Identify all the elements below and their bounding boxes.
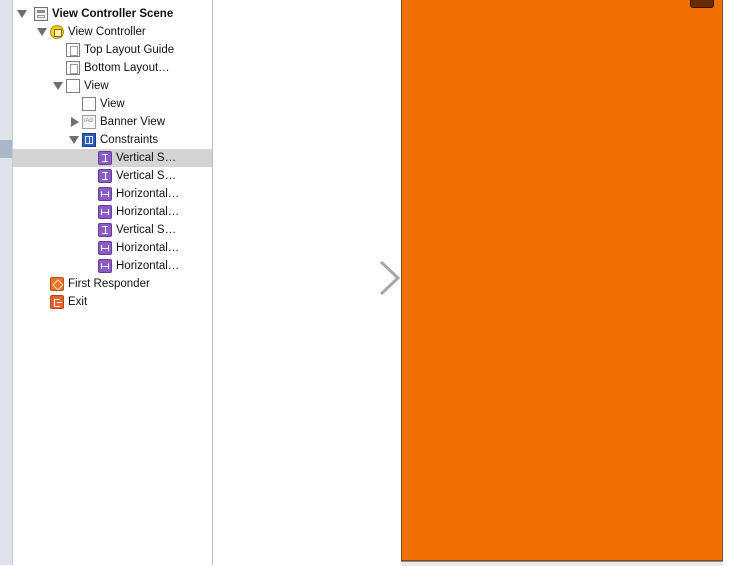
horizontal-constraint-icon bbox=[98, 187, 112, 201]
outline-row[interactable]: Bottom Layout… bbox=[13, 59, 212, 77]
outline-row-label: Horizontal… bbox=[116, 260, 180, 272]
outline-row-label: View Controller Scene bbox=[52, 8, 174, 20]
outline-row-label: Exit bbox=[68, 296, 88, 308]
constraints-icon bbox=[82, 133, 96, 147]
outline-row-label: Vertical S… bbox=[116, 224, 177, 236]
view-controller-icon bbox=[50, 25, 64, 39]
outline-row[interactable]: Top Layout Guide bbox=[13, 41, 212, 59]
outline-row[interactable]: Exit bbox=[13, 293, 212, 311]
outline-row[interactable]: View Controller Scene bbox=[13, 5, 212, 23]
disclosure-expanded-icon[interactable] bbox=[53, 82, 63, 90]
layout-guide-icon bbox=[66, 43, 80, 57]
outline-row[interactable]: Horizontal… bbox=[13, 239, 212, 257]
outline-row[interactable]: Horizontal… bbox=[13, 257, 212, 275]
banner-view-icon bbox=[82, 115, 96, 129]
view-icon bbox=[82, 97, 96, 111]
outline-row-label: Vertical S… bbox=[116, 170, 177, 182]
outline-row-label: Bottom Layout… bbox=[84, 62, 170, 74]
storyboard-entry-arrow-icon[interactable] bbox=[305, 258, 403, 298]
outline-row[interactable]: Vertical S… bbox=[13, 149, 212, 167]
outline-row-label: Vertical S… bbox=[116, 152, 177, 164]
outline-row-label: Horizontal… bbox=[116, 188, 180, 200]
outline-row-label: Horizontal… bbox=[116, 206, 180, 218]
outline-row[interactable]: Banner View bbox=[13, 113, 212, 131]
outline-row-label: Top Layout Guide bbox=[84, 44, 175, 56]
horizontal-constraint-icon bbox=[98, 205, 112, 219]
horizontal-constraint-icon bbox=[98, 259, 112, 273]
outline-row-label: Horizontal… bbox=[116, 242, 180, 254]
outline-row-label: Banner View bbox=[100, 116, 165, 128]
view-controller-view[interactable] bbox=[401, 0, 723, 561]
outline-row-label: View Controller bbox=[68, 26, 146, 38]
disclosure-expanded-icon[interactable] bbox=[17, 10, 27, 18]
outline-row[interactable]: View bbox=[13, 95, 212, 113]
scene-dock bbox=[401, 561, 723, 566]
navigator-gutter bbox=[0, 0, 13, 565]
outline-row[interactable]: View bbox=[13, 77, 212, 95]
battery-indicator bbox=[690, 0, 714, 8]
outline-row[interactable]: Vertical S… bbox=[13, 167, 212, 185]
outline-row-label: Constraints bbox=[100, 134, 159, 146]
outline-row[interactable]: Horizontal… bbox=[13, 185, 212, 203]
vertical-constraint-icon bbox=[98, 151, 112, 165]
layout-guide-icon bbox=[66, 61, 80, 75]
disclosure-expanded-icon[interactable] bbox=[69, 136, 79, 144]
scene-icon bbox=[34, 7, 48, 21]
outline-row-label: View bbox=[84, 80, 109, 92]
outline-row[interactable]: Vertical S… bbox=[13, 221, 212, 239]
outline-row[interactable]: View Controller bbox=[13, 23, 212, 41]
storyboard-canvas[interactable] bbox=[213, 0, 738, 566]
document-outline[interactable]: View Controller Scene View Controller Top … bbox=[13, 0, 213, 565]
gutter-selection-marker bbox=[0, 140, 12, 158]
outline-row-label: View bbox=[100, 98, 125, 110]
disclosure-collapsed-icon[interactable] bbox=[71, 117, 79, 127]
view-icon bbox=[66, 79, 80, 93]
disclosure-expanded-icon[interactable] bbox=[37, 28, 47, 36]
outline-row[interactable]: Horizontal… bbox=[13, 203, 212, 221]
outline-row-label: First Responder bbox=[68, 278, 150, 290]
vertical-constraint-icon bbox=[98, 169, 112, 183]
horizontal-constraint-icon bbox=[98, 241, 112, 255]
outline-row[interactable]: First Responder bbox=[13, 275, 212, 293]
first-responder-icon bbox=[50, 277, 64, 291]
vertical-constraint-icon bbox=[98, 223, 112, 237]
exit-icon bbox=[50, 295, 64, 309]
outline-row[interactable]: Constraints bbox=[13, 131, 212, 149]
